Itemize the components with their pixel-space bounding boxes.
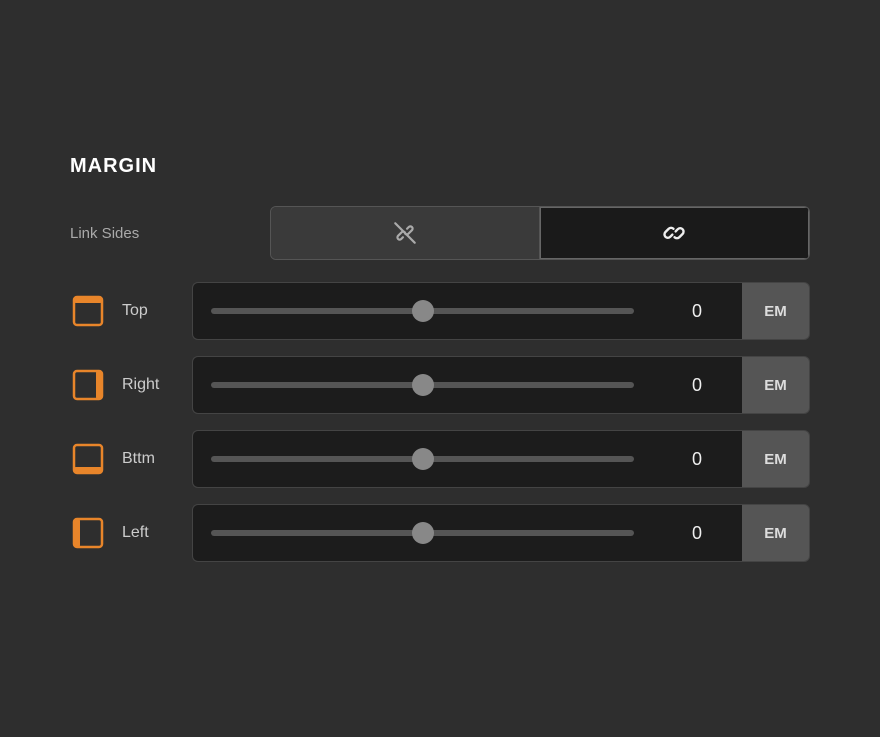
top-unit-button[interactable]: EM — [742, 282, 810, 340]
bottom-slider-container — [192, 430, 652, 488]
right-unit-button[interactable]: EM — [742, 356, 810, 414]
right-value: 0 — [652, 356, 742, 414]
right-margin-row: Right 0 EM — [70, 356, 810, 414]
top-value: 0 — [652, 282, 742, 340]
link-sides-label: Link Sides — [70, 225, 270, 242]
top-slider-container — [192, 282, 652, 340]
link-button[interactable] — [540, 207, 810, 259]
right-slider[interactable] — [211, 382, 634, 388]
panel-title: MARGIN — [70, 155, 810, 178]
right-label: Right — [122, 376, 192, 394]
top-slider[interactable] — [211, 308, 634, 314]
top-label: Top — [122, 302, 192, 320]
link-sides-buttons — [270, 206, 810, 260]
top-margin-icon — [70, 293, 106, 329]
left-margin-icon — [70, 515, 106, 551]
bottom-slider[interactable] — [211, 456, 634, 462]
left-slider[interactable] — [211, 530, 634, 536]
bottom-unit-button[interactable]: EM — [742, 430, 810, 488]
unlink-button[interactable] — [271, 207, 540, 259]
left-value: 0 — [652, 504, 742, 562]
right-margin-icon — [70, 367, 106, 403]
bottom-margin-row: Bttm 0 EM — [70, 430, 810, 488]
right-slider-container — [192, 356, 652, 414]
unlink-icon — [392, 220, 418, 246]
left-label: Left — [122, 524, 192, 542]
link-chain-icon — [661, 220, 687, 246]
left-margin-row: Left 0 EM — [70, 504, 810, 562]
margin-panel: MARGIN Link Sides — [30, 119, 850, 618]
link-sides-row: Link Sides — [70, 206, 810, 260]
left-slider-container — [192, 504, 652, 562]
bottom-margin-icon — [70, 441, 106, 477]
bottom-value: 0 — [652, 430, 742, 488]
top-margin-row: Top 0 EM — [70, 282, 810, 340]
left-unit-button[interactable]: EM — [742, 504, 810, 562]
bottom-label: Bttm — [122, 450, 192, 468]
